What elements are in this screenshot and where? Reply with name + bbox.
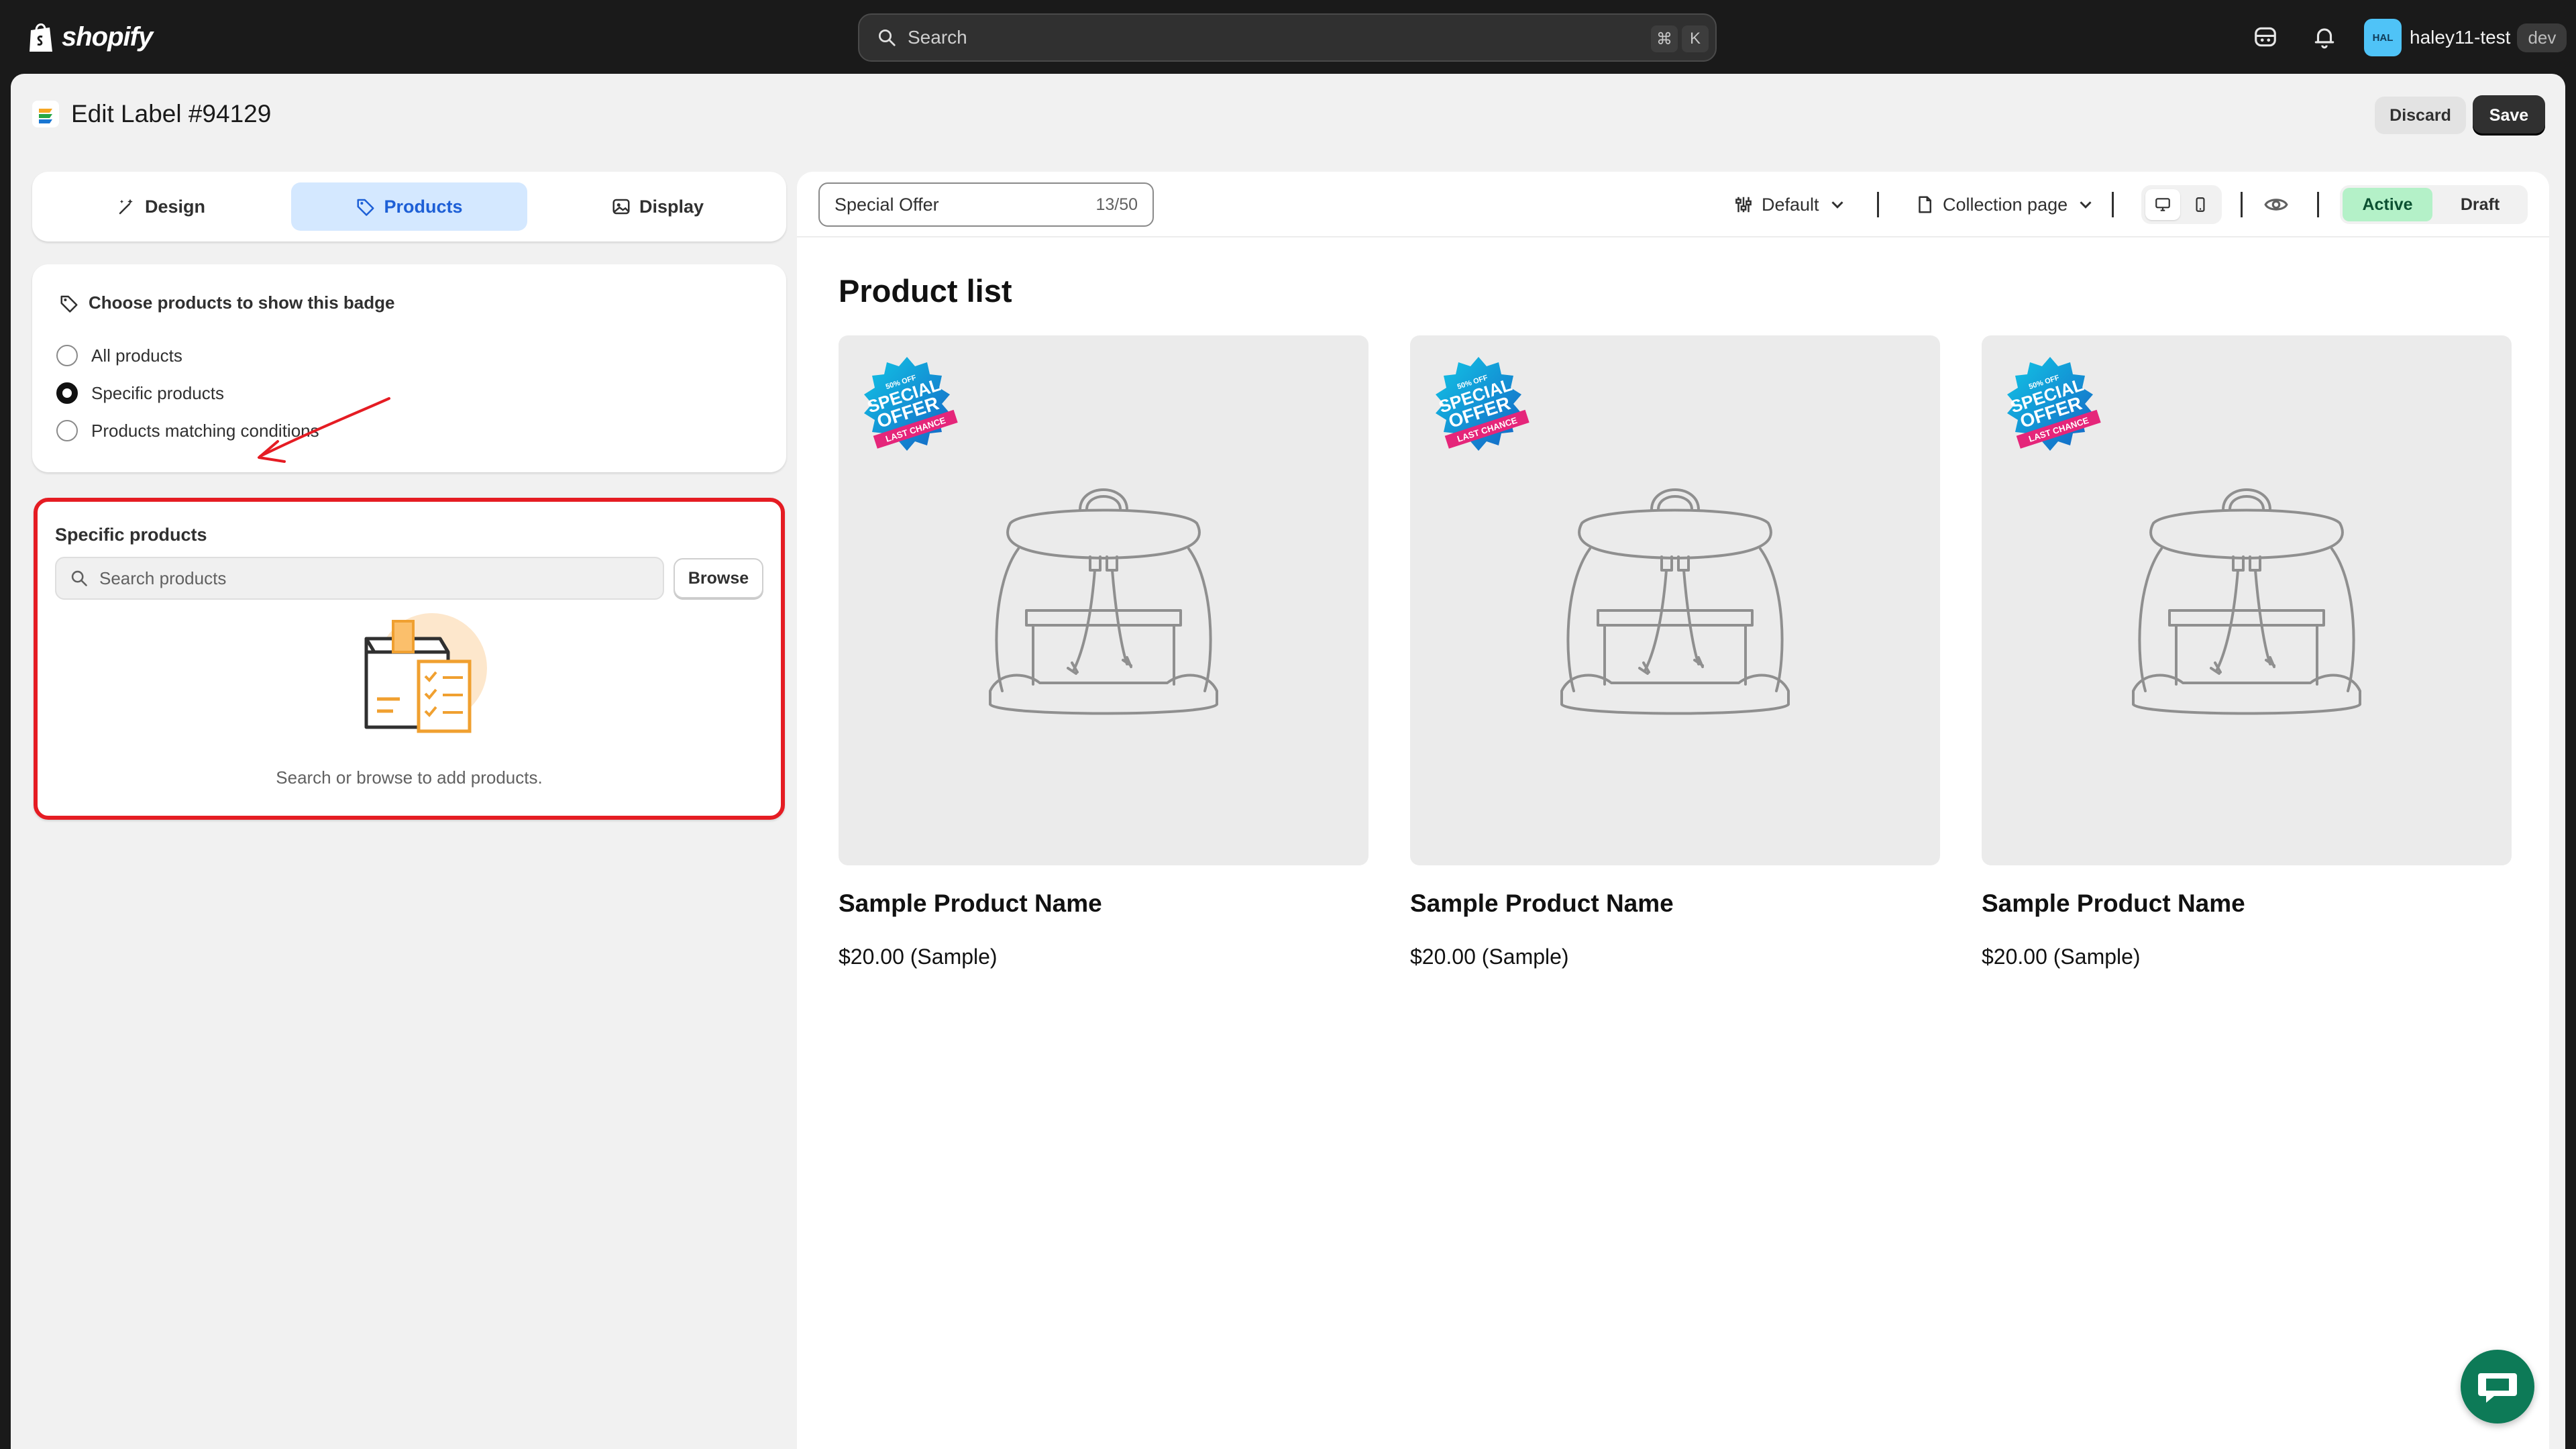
annotation-arrow <box>258 397 390 463</box>
app-logo-icon <box>32 101 59 127</box>
shopify-bag-icon <box>30 23 52 52</box>
page-type-value: Collection page <box>1943 194 2068 215</box>
product-name[interactable]: Sample Product Name <box>839 890 1102 918</box>
magic-wand-icon <box>119 199 133 215</box>
assistant-icon[interactable] <box>2253 24 2278 50</box>
tab-design[interactable]: Design <box>43 182 279 231</box>
backpack-placeholder-icon <box>989 488 1218 715</box>
product-name[interactable]: Sample Product Name <box>1982 890 2245 918</box>
product-image: 50% OFF SPECIAL OFFER LAST CHANCE <box>1982 335 2512 865</box>
label-char-count: 13/50 <box>1095 195 1138 214</box>
browse-button[interactable]: Browse <box>674 558 763 598</box>
desktop-view-button[interactable] <box>2145 189 2180 220</box>
radio-label: All products <box>91 345 182 366</box>
tab-products-label: Products <box>384 196 463 217</box>
product-card[interactable]: 50% OFF SPECIAL OFFER LAST CHANCE Sample… <box>1982 335 2512 979</box>
chat-bubble-icon <box>2478 1373 2517 1403</box>
page-icon <box>1919 196 1931 213</box>
search-placeholder: Search <box>908 27 967 48</box>
template-value: Default <box>1762 194 1819 215</box>
tab-design-label: Design <box>144 196 206 217</box>
special-offer-badge: 50% OFF SPECIAL OFFER LAST CHANCE <box>2007 357 2101 451</box>
product-card[interactable]: 50% OFF SPECIAL OFFER LAST CHANCE Sample… <box>839 335 1368 979</box>
radio-label: Specific products <box>91 382 224 403</box>
app-window: Edit Label #94129 Discard Save Design Pr… <box>11 74 2565 1449</box>
username: haley11-test <box>2410 27 2511 48</box>
device-toggle <box>2141 185 2222 224</box>
product-list-title: Product list <box>839 273 1012 309</box>
search-icon <box>71 570 87 586</box>
empty-box-checklist-icon <box>364 613 487 733</box>
search-icon <box>879 30 896 46</box>
toolbar-divider <box>2241 192 2243 217</box>
page-header: Edit Label #94129 <box>32 94 271 134</box>
status-draft-button[interactable]: Draft <box>2436 188 2524 221</box>
shopify-logo[interactable]: shopify <box>27 20 153 54</box>
desktop-icon <box>2155 198 2170 211</box>
eye-icon[interactable] <box>2263 192 2289 217</box>
shortcut-k-key: K <box>1682 25 1709 52</box>
save-button[interactable]: Save <box>2473 95 2545 136</box>
global-search[interactable]: Search ⌘ K <box>858 13 1717 62</box>
special-offer-badge: 50% OFF SPECIAL OFFER LAST CHANCE <box>1436 357 1529 451</box>
product-name[interactable]: Sample Product Name <box>1410 890 1674 918</box>
product-price: $20.00 (Sample) <box>1982 945 2141 969</box>
toolbar-divider <box>2317 192 2319 217</box>
radio-button[interactable] <box>56 345 78 366</box>
search-products-placeholder: Search products <box>99 568 227 588</box>
template-select[interactable]: Default <box>1733 188 1847 221</box>
tab-display-label: Display <box>639 196 704 217</box>
product-card[interactable]: 50% OFF SPECIAL OFFER LAST CHANCE Sample… <box>1410 335 1940 979</box>
chevron-down-icon <box>2080 201 2092 209</box>
radio-all-products[interactable]: All products <box>56 345 182 366</box>
user-menu[interactable]: HAL haley11-test dev <box>2364 19 2567 56</box>
product-image: 50% OFF SPECIAL OFFER LAST CHANCE <box>1410 335 1940 865</box>
page-title: Edit Label #94129 <box>71 100 272 127</box>
backpack-placeholder-icon <box>2132 488 2361 715</box>
logo-text: shopify <box>62 21 153 52</box>
radio-specific-products[interactable]: Specific products <box>56 382 224 404</box>
adjustments-icon <box>1735 197 1752 213</box>
editor-tabs: Design Products Display <box>32 172 786 241</box>
label-name-input[interactable]: Special Offer 13/50 <box>818 182 1154 227</box>
specific-products-card: Specific products Search products Browse… <box>34 498 785 820</box>
tag-icon <box>357 199 374 216</box>
special-offer-badge: 50% OFF SPECIAL OFFER LAST CHANCE <box>864 357 958 451</box>
backpack-placeholder-icon <box>1560 488 1790 715</box>
image-icon <box>612 199 630 215</box>
choose-products-heading-text: Choose products to show this badge <box>89 292 395 313</box>
status-active-button[interactable]: Active <box>2343 188 2432 221</box>
specific-products-title: Specific products <box>55 525 207 545</box>
chat-widget-button[interactable] <box>2461 1350 2534 1424</box>
tag-icon <box>60 295 78 313</box>
product-image: 50% OFF SPECIAL OFFER LAST CHANCE <box>839 335 1368 865</box>
empty-state-text: Search or browse to add products. <box>276 767 543 788</box>
toolbar-divider <box>1877 192 1879 217</box>
preview-toolbar: Special Offer 13/50 Default Collection p… <box>797 172 2549 237</box>
bell-icon[interactable] <box>2312 24 2337 50</box>
chevron-down-icon <box>1831 201 1843 209</box>
page-type-select[interactable]: Collection page <box>1915 188 2096 221</box>
label-name-value: Special Offer <box>835 194 939 215</box>
product-price: $20.00 (Sample) <box>1410 945 1569 969</box>
top-bar: shopify Search ⌘ K HAL haley11-test dev <box>0 0 2576 74</box>
store-badge: dev <box>2517 23 2567 52</box>
discard-button[interactable]: Discard <box>2375 97 2466 134</box>
choose-products-heading: Choose products to show this badge <box>59 292 394 313</box>
mobile-icon <box>2196 197 2205 212</box>
search-products-input[interactable]: Search products <box>55 557 664 600</box>
product-price: $20.00 (Sample) <box>839 945 998 969</box>
radio-button-checked[interactable] <box>56 382 78 404</box>
toolbar-divider <box>2112 192 2114 217</box>
tab-products[interactable]: Products <box>291 182 527 231</box>
preview-panel: Special Offer 13/50 Default Collection p… <box>797 172 2549 1449</box>
tab-display[interactable]: Display <box>539 182 775 231</box>
status-toggle: Active Draft <box>2340 185 2528 224</box>
avatar: HAL <box>2364 19 2402 56</box>
choose-products-card: Choose products to show this badge All p… <box>32 264 786 472</box>
shortcut-cmd-key: ⌘ <box>1651 25 1678 52</box>
radio-button[interactable] <box>56 420 78 441</box>
mobile-view-button[interactable] <box>2183 189 2218 220</box>
